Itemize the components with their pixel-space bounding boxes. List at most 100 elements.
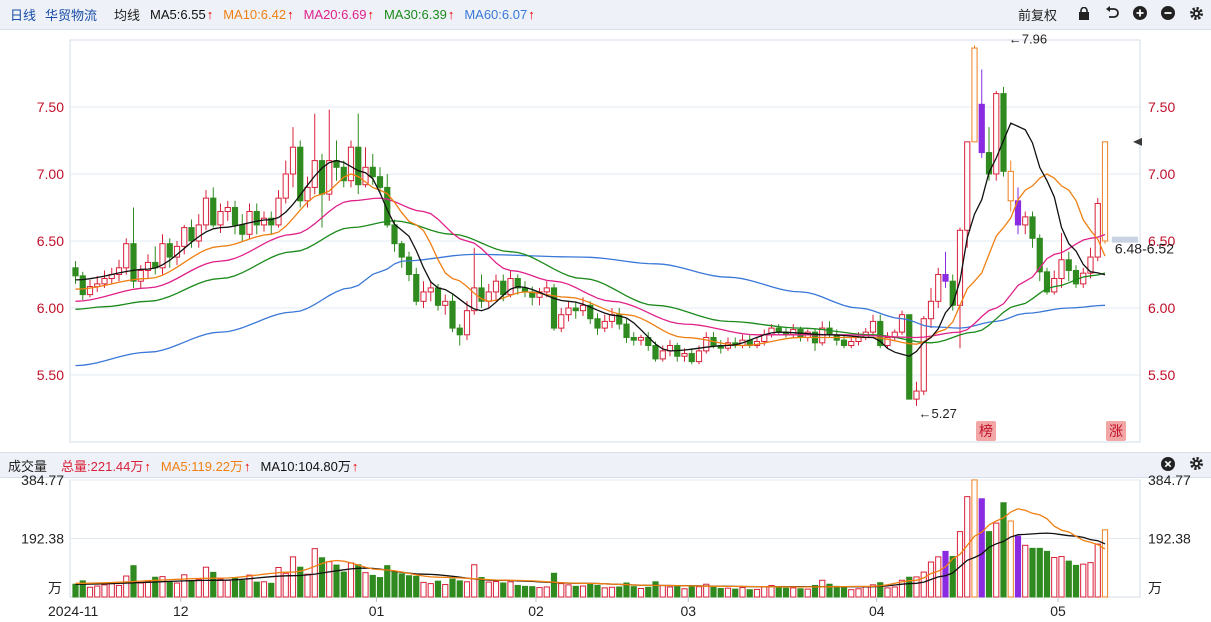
volume-bar bbox=[565, 584, 572, 598]
volume-bar bbox=[202, 566, 210, 598]
price-toolbar: 前复权 bbox=[1008, 0, 1205, 29]
candle-body bbox=[927, 300, 935, 320]
period-selector[interactable]: 日线 bbox=[10, 5, 36, 24]
volume-bar bbox=[456, 580, 463, 598]
candle-body bbox=[1051, 278, 1058, 293]
volume-bar bbox=[326, 561, 333, 598]
candle-body bbox=[1029, 216, 1036, 239]
volume-bar bbox=[529, 586, 536, 598]
candle-body bbox=[543, 287, 550, 293]
candle-body bbox=[1036, 237, 1043, 273]
volume-bar bbox=[478, 577, 485, 598]
ma30-legend-text: MA30:6.39 bbox=[383, 7, 447, 22]
volume-bar bbox=[195, 578, 202, 598]
zoom-out-icon[interactable] bbox=[1159, 6, 1177, 23]
candle-body bbox=[101, 278, 108, 285]
volume-unit-label: 万 bbox=[1148, 580, 1162, 596]
lock-icon[interactable] bbox=[1075, 6, 1093, 23]
volume-bar bbox=[891, 586, 898, 598]
candle-body bbox=[456, 327, 463, 336]
candle-body bbox=[188, 227, 195, 242]
volume-bar bbox=[239, 580, 246, 598]
arrow-up-icon: ↑ bbox=[367, 7, 374, 22]
volume-bar bbox=[217, 578, 224, 598]
zoom-in-icon[interactable] bbox=[1131, 6, 1149, 23]
candle-body bbox=[181, 227, 188, 247]
candle-body bbox=[550, 287, 558, 329]
candle-body bbox=[304, 186, 311, 202]
candle-body bbox=[224, 207, 231, 213]
candle-body bbox=[123, 243, 130, 269]
candle-body bbox=[210, 197, 217, 226]
volume-bar bbox=[710, 586, 717, 598]
volume-bar bbox=[355, 564, 362, 598]
arrow-up-icon: ↑ bbox=[528, 7, 535, 22]
x-tick-label: 03 bbox=[680, 603, 696, 619]
x-tick-label: 12 bbox=[173, 603, 189, 619]
volume-bar bbox=[558, 583, 565, 598]
volume-bar bbox=[543, 586, 550, 598]
candle-body bbox=[1080, 272, 1087, 285]
candle-body bbox=[906, 314, 913, 400]
candle-body bbox=[420, 291, 427, 302]
candle-body bbox=[971, 47, 978, 143]
volume-bar bbox=[1007, 520, 1014, 598]
candle-body bbox=[688, 353, 695, 363]
volume-bar bbox=[224, 579, 231, 598]
volume-bar bbox=[637, 587, 645, 598]
volume-bar bbox=[268, 582, 275, 598]
volume-bar bbox=[311, 548, 318, 598]
candle-body bbox=[572, 307, 579, 312]
candle-body bbox=[1101, 141, 1109, 242]
volume-bar bbox=[442, 584, 449, 598]
volume-bar bbox=[86, 586, 94, 598]
volume-bar bbox=[1101, 529, 1109, 598]
candle-body bbox=[202, 197, 210, 226]
volume-bar bbox=[471, 564, 478, 598]
gear-icon[interactable] bbox=[1187, 6, 1205, 24]
volume-bar bbox=[333, 564, 340, 598]
candle-body bbox=[579, 304, 587, 312]
candle-body bbox=[935, 274, 942, 302]
volume-bar bbox=[1036, 547, 1043, 598]
volume-bar bbox=[1094, 543, 1101, 598]
volume-bar bbox=[920, 571, 927, 598]
candle-body bbox=[869, 320, 877, 333]
volume-bar bbox=[260, 581, 268, 598]
candle-body bbox=[652, 345, 659, 360]
candle-body bbox=[964, 141, 971, 231]
limit-up-badge: 涨 bbox=[1109, 423, 1123, 439]
volume-bar bbox=[985, 531, 993, 598]
ma10-legend: MA10:6.42↑ bbox=[223, 7, 293, 22]
undo-icon[interactable] bbox=[1103, 6, 1121, 23]
volume-bar bbox=[579, 585, 587, 598]
x-tick-label: 01 bbox=[369, 603, 385, 619]
candle-body bbox=[942, 274, 949, 282]
price-tick-label: 6.00 bbox=[37, 300, 64, 316]
volume-bar bbox=[732, 588, 739, 598]
arrow-up-icon: ↑ bbox=[287, 7, 294, 22]
ma10-legend-text: MA10:6.42 bbox=[223, 7, 287, 22]
candle-body bbox=[275, 197, 282, 226]
ma-menu[interactable]: 均线 bbox=[114, 5, 140, 24]
adjust-selector[interactable]: 前复权 bbox=[1018, 5, 1057, 24]
candle-body bbox=[630, 336, 637, 341]
volume-bar bbox=[659, 584, 666, 598]
volume-bar bbox=[72, 583, 79, 598]
volume-bar bbox=[717, 587, 724, 598]
x-tick-label: 02 bbox=[528, 603, 544, 619]
candle-body bbox=[282, 173, 289, 199]
volume-bar bbox=[753, 588, 761, 598]
candle-body bbox=[492, 280, 500, 293]
volume-bar bbox=[594, 584, 601, 598]
candle-body bbox=[72, 267, 79, 277]
candlestick-chart[interactable]: 5.50 5.506.00 6.006.50 6.507.00 7.007.50 7.50… bbox=[0, 30, 1211, 622]
candle-body bbox=[289, 146, 297, 175]
volume-bar bbox=[1065, 560, 1072, 598]
volume-bar bbox=[123, 575, 130, 598]
candle-body bbox=[231, 207, 239, 226]
candle-body bbox=[637, 336, 645, 341]
volume-bar bbox=[413, 575, 420, 598]
x-tick-label: 04 bbox=[869, 603, 885, 619]
price-tick-label: 7.50 bbox=[1148, 99, 1175, 115]
